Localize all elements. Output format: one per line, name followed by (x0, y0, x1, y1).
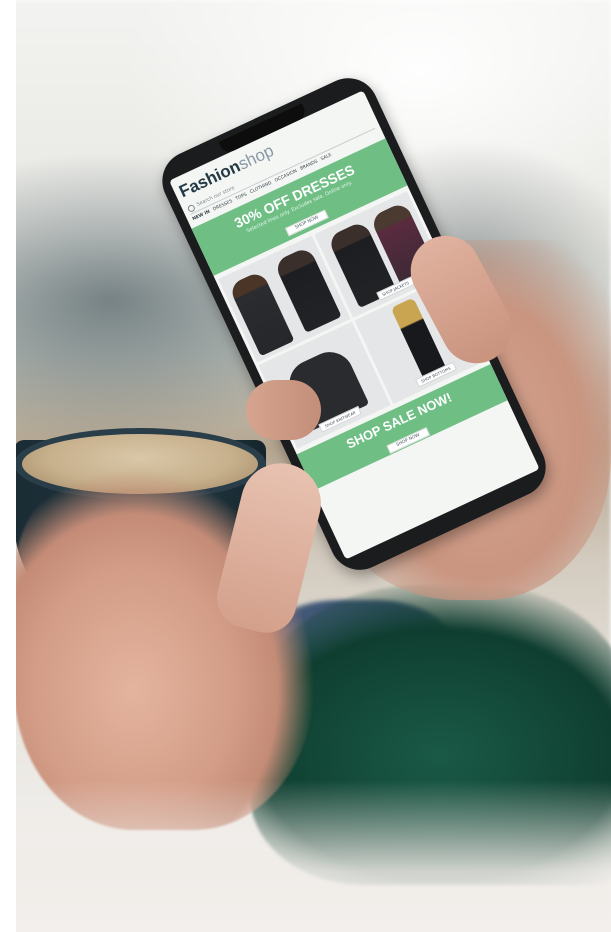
bottom-fade (0, 780, 611, 932)
sale-button: SHOP NOW (386, 427, 430, 454)
left-border (0, 0, 16, 932)
nav-item: TOPS (235, 192, 248, 202)
search-icon (186, 203, 196, 213)
photo-scene: Fashion shop Search our store NEW IN DRES… (0, 0, 611, 932)
thumb (246, 380, 321, 440)
nav-item: SALE (320, 152, 333, 163)
